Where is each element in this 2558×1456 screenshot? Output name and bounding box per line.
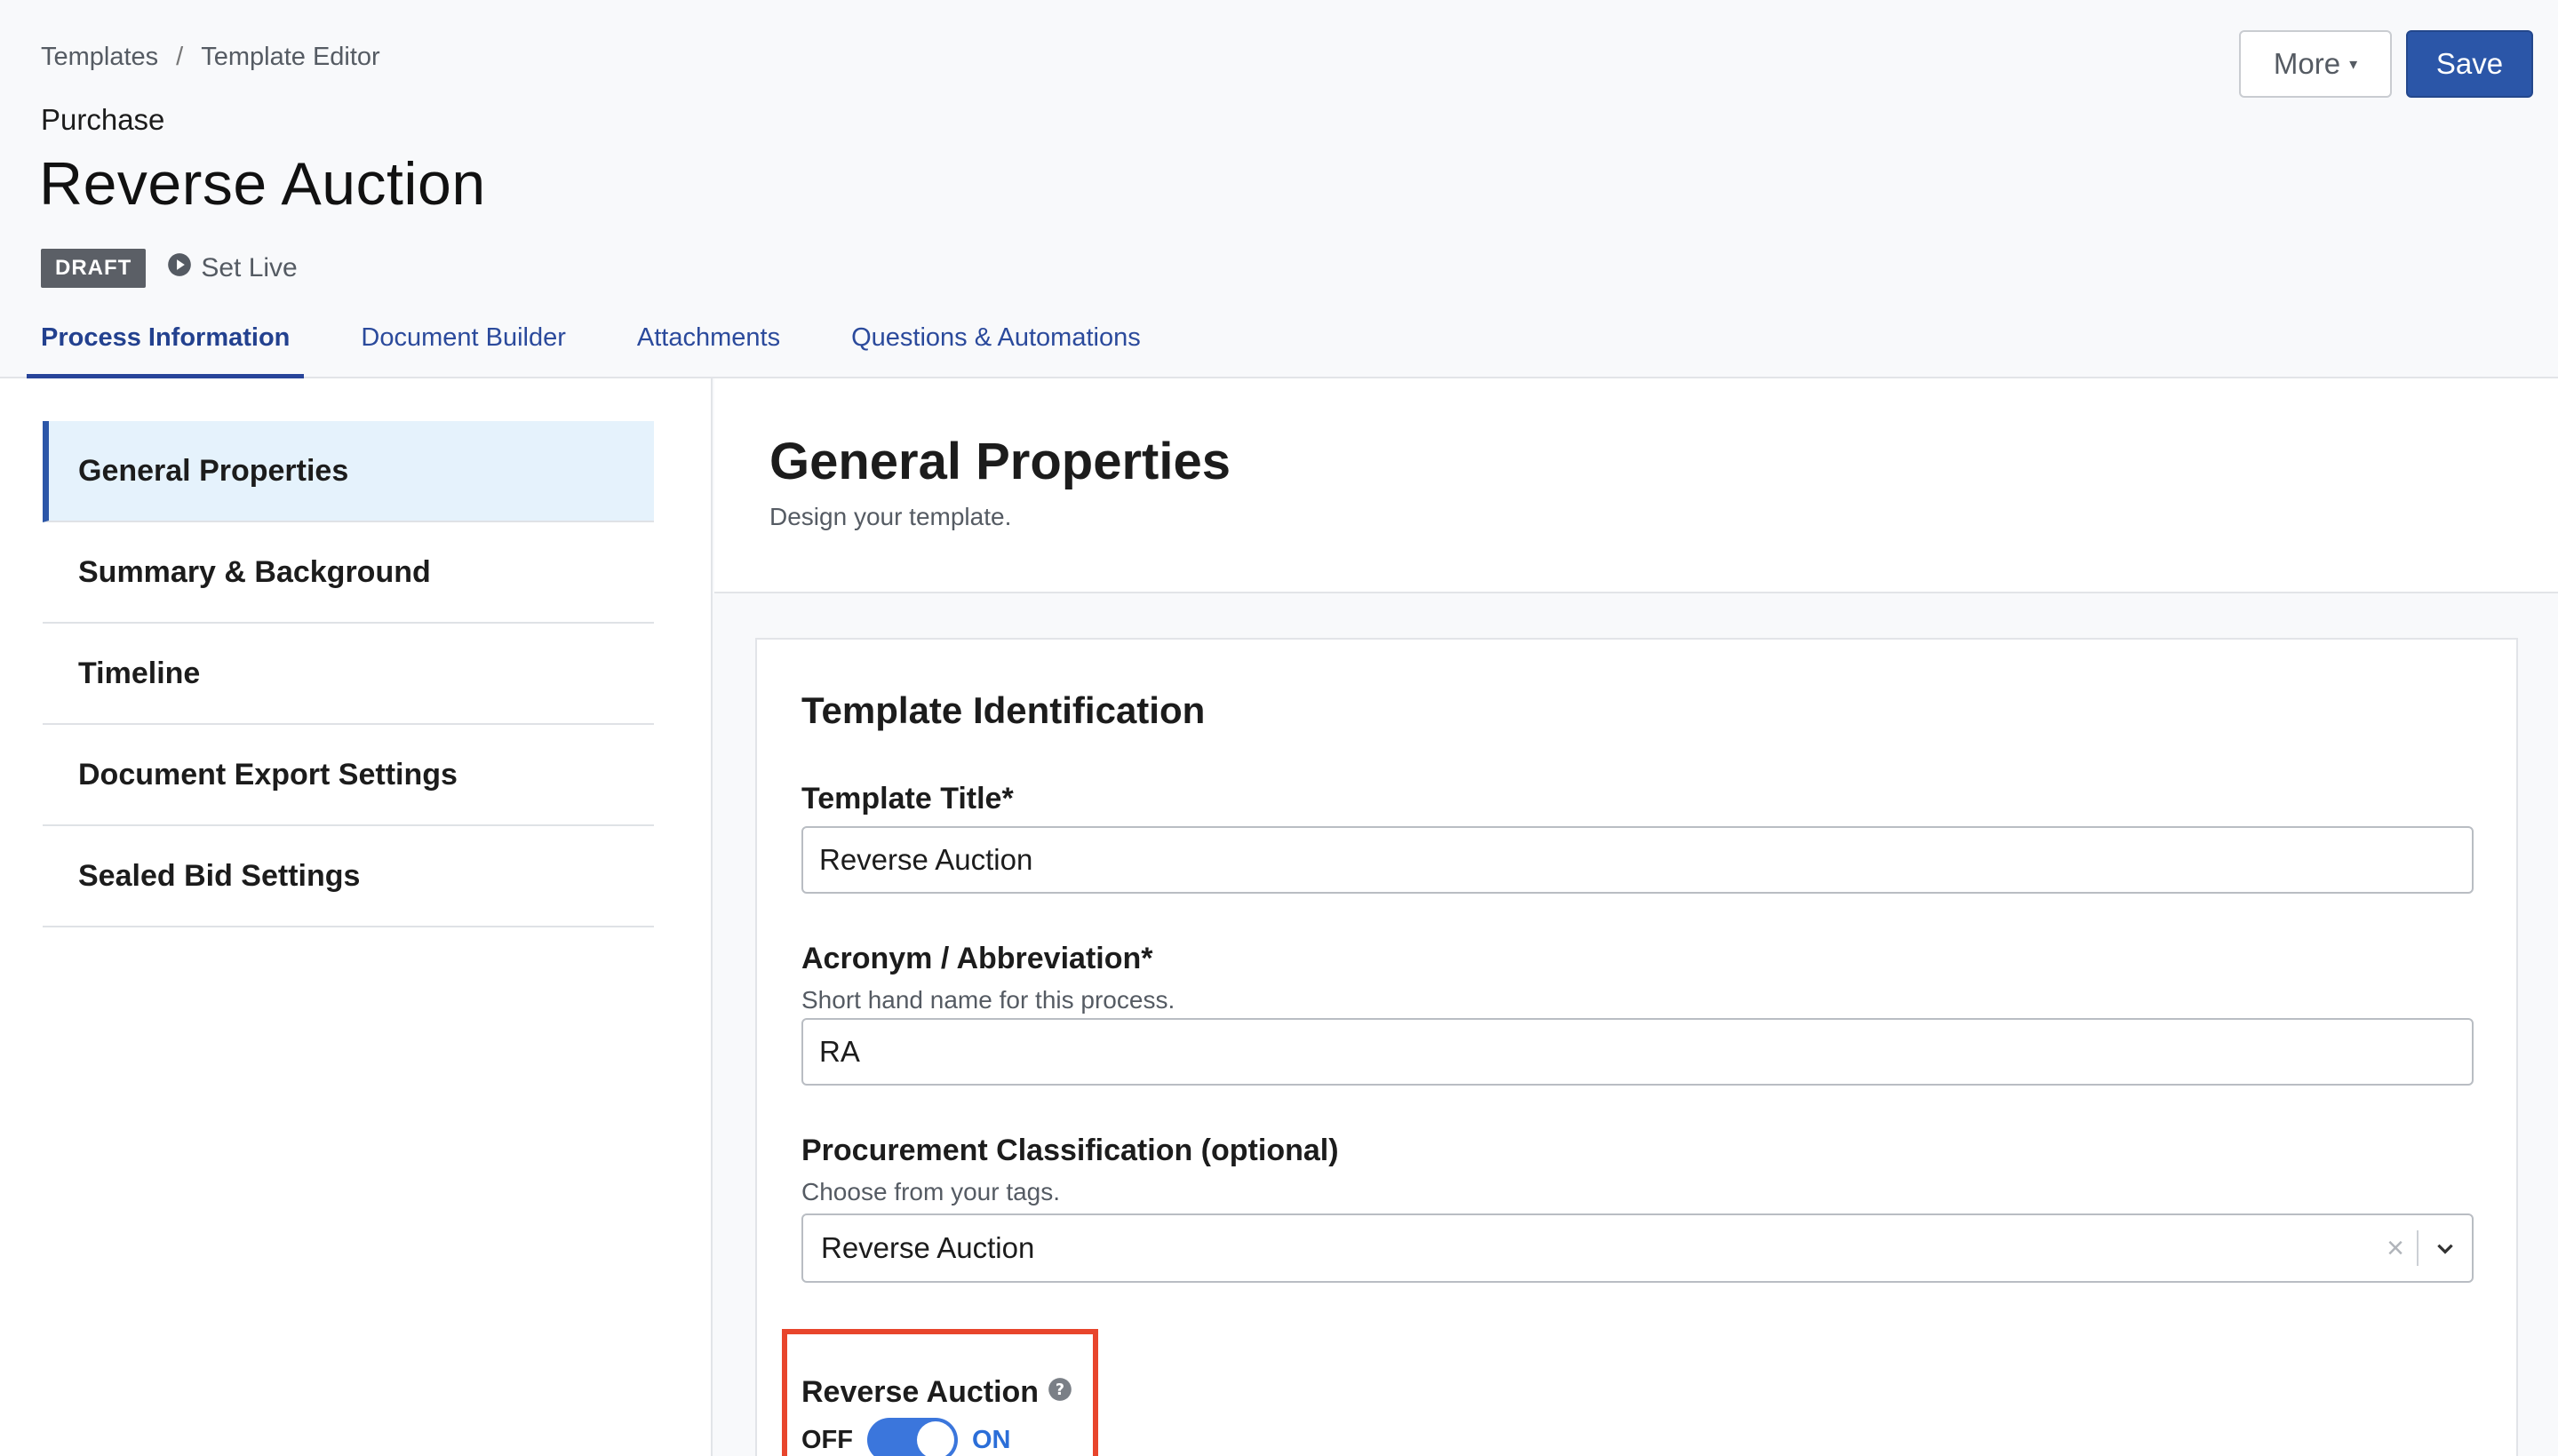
play-circle-icon xyxy=(167,252,192,284)
set-live-label: Set Live xyxy=(201,253,298,282)
switch-knob xyxy=(917,1421,954,1456)
card-title: Template Identification xyxy=(801,689,1206,731)
breadcrumb: Templates / Template Editor xyxy=(41,43,380,72)
classification-help: Choose from your tags. xyxy=(801,1178,1061,1205)
page-title: Reverse Auction xyxy=(39,150,486,218)
sidebar: General Properties Summary & Background … xyxy=(0,378,713,1456)
classification-select[interactable]: Reverse Auction × xyxy=(801,1213,2474,1283)
section-header: General Properties Design your template. xyxy=(714,378,2558,593)
section-subtitle: Design your template. xyxy=(769,503,1012,530)
tab-document-builder[interactable]: Document Builder xyxy=(347,309,580,378)
sidebar-item-timeline[interactable]: Timeline xyxy=(43,624,654,725)
toggle-off-label: OFF xyxy=(801,1425,853,1454)
tab-attachments[interactable]: Attachments xyxy=(623,309,794,378)
status-badge: DRAFT xyxy=(41,249,147,288)
toggle-on-label: ON xyxy=(972,1425,1011,1454)
sidebar-item-sealed-bid-settings[interactable]: Sealed Bid Settings xyxy=(43,826,654,927)
tab-questions-automations[interactable]: Questions & Automations xyxy=(837,309,1155,378)
breadcrumb-templates[interactable]: Templates xyxy=(41,43,158,72)
acronym-help: Short hand name for this process. xyxy=(801,986,1175,1014)
save-button[interactable]: Save xyxy=(2406,30,2533,98)
chevron-down-icon[interactable] xyxy=(2419,1237,2472,1260)
template-title-input[interactable] xyxy=(801,826,2474,894)
more-label: More xyxy=(2273,47,2341,80)
acronym-input[interactable] xyxy=(801,1018,2474,1086)
template-identification-card: Template Identification Template Title* … xyxy=(755,638,2518,1456)
sidebar-item-general-properties[interactable]: General Properties xyxy=(43,421,654,522)
breadcrumb-template-editor: Template Editor xyxy=(201,43,380,71)
page-category: Purchase xyxy=(41,103,165,136)
reverse-auction-toggle-label: Reverse Auction ? xyxy=(801,1375,1072,1410)
sidebar-item-summary-background[interactable]: Summary & Background xyxy=(43,522,654,624)
reverse-auction-label-text: Reverse Auction xyxy=(801,1375,1040,1409)
tab-process-information[interactable]: Process Information xyxy=(27,309,305,380)
tab-bar: Process Information Document Builder Att… xyxy=(27,309,1198,380)
more-button[interactable]: More ▾ xyxy=(2239,30,2392,98)
svg-text:?: ? xyxy=(1056,1381,1064,1399)
acronym-label: Acronym / Abbreviation* xyxy=(801,942,1153,975)
template-title-label: Template Title* xyxy=(801,782,1014,816)
page-header: Templates / Template Editor Purchase Rev… xyxy=(0,0,2558,380)
main-content: General Properties Design your template.… xyxy=(714,378,2558,1456)
clear-icon[interactable]: × xyxy=(2374,1231,2417,1266)
breadcrumb-separator: / xyxy=(176,43,184,71)
section-title: General Properties xyxy=(769,433,1231,490)
reverse-auction-switch[interactable] xyxy=(867,1418,958,1456)
caret-down-icon: ▾ xyxy=(2349,54,2358,73)
set-live-button[interactable]: Set Live xyxy=(167,252,298,284)
sidebar-item-document-export-settings[interactable]: Document Export Settings xyxy=(43,725,654,826)
classification-label: Procurement Classification (optional) xyxy=(801,1134,1339,1167)
classification-selected-value: Reverse Auction xyxy=(821,1231,1035,1264)
help-circle-icon[interactable]: ? xyxy=(1048,1375,1072,1410)
reverse-auction-toggle: OFF ON xyxy=(801,1418,1011,1456)
status-row: DRAFT Set Live xyxy=(41,249,298,288)
